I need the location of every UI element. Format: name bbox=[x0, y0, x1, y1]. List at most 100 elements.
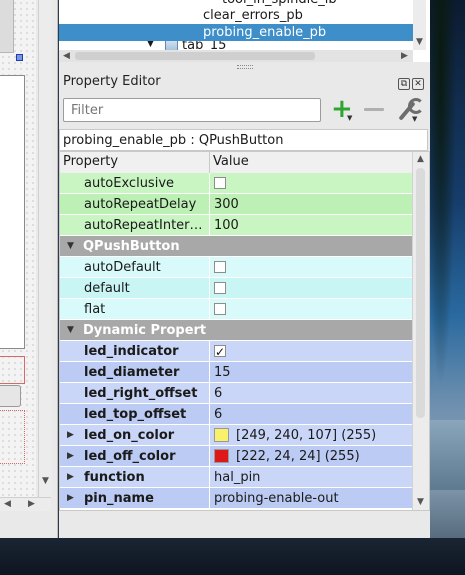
property-section-header[interactable]: ▼ Dynamic Properties bbox=[60, 320, 413, 341]
scroll-down-icon[interactable]: ▼ bbox=[40, 476, 51, 487]
property-grid: Property Value autoExclusive autoRepeatDe… bbox=[59, 151, 430, 511]
scroll-down-icon[interactable]: ▼ bbox=[415, 496, 426, 508]
grid-vertical-scrollbar[interactable]: ▲ ▼ bbox=[412, 152, 429, 510]
tab-widget-icon bbox=[165, 41, 178, 50]
property-name: flat bbox=[84, 302, 106, 317]
expand-arrow-icon[interactable]: ▶ bbox=[67, 488, 74, 509]
tree-item-label: clear_errors_pb bbox=[203, 8, 303, 23]
add-dynamic-property-button[interactable]: + ▼ bbox=[329, 96, 357, 122]
color-swatch[interactable] bbox=[214, 449, 229, 463]
form-canvas-area: ▼ ◀ ▶ bbox=[0, 0, 58, 538]
column-header-value[interactable]: Value bbox=[213, 154, 249, 169]
expand-arrow-icon[interactable]: ▶ bbox=[67, 425, 74, 446]
layout-frame[interactable] bbox=[0, 410, 25, 464]
property-row[interactable]: led_diameter 15 bbox=[60, 362, 413, 383]
tree-vertical-scrollbar[interactable]: ▼ bbox=[413, 0, 426, 50]
float-panel-icon[interactable]: ⧉ bbox=[398, 78, 410, 90]
object-inspector-tree: tool_in_spindle_lb clear_errors_pb probi… bbox=[59, 0, 430, 63]
section-label: Dynamic Properties bbox=[83, 323, 207, 338]
property-name: led_off_color bbox=[84, 449, 176, 464]
property-editor-panel: Property Editor ⧉✕ + ▼ ▼ probing_enable_… bbox=[59, 70, 430, 538]
scroll-up-icon[interactable]: ▲ bbox=[415, 153, 426, 165]
property-value[interactable]: 15 bbox=[214, 362, 231, 383]
dropdown-caret-icon: ▼ bbox=[347, 114, 353, 122]
property-value[interactable]: probing-enable-out bbox=[214, 488, 339, 509]
property-checkbox[interactable] bbox=[214, 342, 226, 363]
tree-item-label: probing_enable_pb bbox=[203, 25, 327, 40]
property-row[interactable]: flat bbox=[60, 299, 413, 320]
expand-arrow-icon[interactable]: ▼ bbox=[147, 41, 154, 50]
layout-frame[interactable] bbox=[0, 356, 25, 384]
collapse-arrow-icon[interactable]: ▼ bbox=[67, 320, 74, 341]
property-name: autoExclusive bbox=[84, 176, 175, 191]
form-widget[interactable] bbox=[0, 0, 14, 53]
scroll-right-icon[interactable]: ▶ bbox=[26, 499, 37, 510]
canvas-vertical-scrollbar[interactable]: ▼ bbox=[38, 0, 52, 497]
filter-input[interactable] bbox=[63, 98, 321, 122]
property-name: pin_name bbox=[84, 491, 154, 506]
property-row[interactable]: autoExclusive bbox=[60, 173, 413, 194]
property-checkbox[interactable] bbox=[214, 177, 226, 189]
tree-item[interactable]: ▼ tab_15 bbox=[59, 41, 413, 50]
close-icon[interactable]: ✕ bbox=[412, 78, 424, 90]
property-row[interactable]: default bbox=[60, 278, 413, 299]
scroll-left-icon[interactable]: ◀ bbox=[61, 50, 72, 62]
selection-handle[interactable] bbox=[16, 54, 23, 61]
expand-arrow-icon[interactable]: ▶ bbox=[67, 446, 74, 467]
tree-item[interactable]: clear_errors_pb bbox=[59, 7, 413, 24]
property-row[interactable]: ▶ pin_name probing-enable-out bbox=[60, 488, 413, 509]
property-checkbox[interactable] bbox=[214, 282, 226, 294]
property-name: led_indicator bbox=[84, 344, 179, 359]
property-name: autoRepeatInter… bbox=[84, 218, 203, 233]
configure-property-editor-button[interactable]: ▼ bbox=[393, 98, 424, 124]
property-value[interactable]: 300 bbox=[214, 194, 239, 215]
property-row[interactable]: ▶ led_on_color [249, 240, 107] (255) bbox=[60, 425, 413, 446]
property-row[interactable]: led_indicator bbox=[60, 341, 413, 363]
tree-item-selected[interactable]: probing_enable_pb bbox=[59, 24, 413, 41]
desktop-wallpaper bbox=[430, 0, 465, 575]
property-value[interactable]: [249, 240, 107] (255) bbox=[236, 425, 376, 446]
property-checkbox[interactable] bbox=[214, 261, 226, 273]
desktop-wallpaper-bottom bbox=[0, 538, 465, 575]
scroll-down-icon[interactable]: ▼ bbox=[414, 37, 425, 48]
form-button-widget[interactable] bbox=[0, 385, 21, 407]
scrollbar-thumb[interactable] bbox=[75, 52, 315, 60]
property-row[interactable]: autoRepeatInter… 100 bbox=[60, 215, 413, 236]
tree-item-label: tab_15 bbox=[182, 41, 227, 50]
dock-splitter[interactable] bbox=[59, 62, 430, 70]
property-name: function bbox=[84, 470, 145, 485]
property-checkbox[interactable] bbox=[214, 303, 226, 315]
color-swatch[interactable] bbox=[214, 428, 229, 442]
property-name: autoDefault bbox=[84, 260, 161, 275]
property-section-header[interactable]: ▼ QPushButton bbox=[60, 236, 413, 257]
property-row[interactable]: autoDefault bbox=[60, 257, 413, 278]
property-row[interactable]: led_right_offset 6 bbox=[60, 383, 413, 404]
form-canvas[interactable] bbox=[0, 0, 36, 497]
property-name: led_right_offset bbox=[84, 386, 198, 401]
property-value[interactable]: hal_pin bbox=[214, 467, 260, 488]
scroll-left-icon[interactable]: ◀ bbox=[2, 499, 13, 510]
collapse-arrow-icon[interactable]: ▼ bbox=[67, 236, 74, 257]
property-value[interactable]: 100 bbox=[214, 215, 239, 236]
scroll-right-icon[interactable]: ▶ bbox=[399, 50, 410, 62]
form-widget[interactable] bbox=[0, 75, 25, 349]
property-row[interactable]: ▶ function hal_pin bbox=[60, 467, 413, 488]
remove-dynamic-property-button[interactable] bbox=[364, 108, 384, 111]
property-row[interactable]: autoRepeatDelay 300 bbox=[60, 194, 413, 215]
canvas-horizontal-scrollbar[interactable]: ◀ ▶ bbox=[0, 497, 51, 511]
column-header-property[interactable]: Property bbox=[63, 154, 118, 169]
property-name: led_on_color bbox=[84, 428, 175, 443]
property-name: led_diameter bbox=[84, 365, 180, 380]
dropdown-caret-icon: ▼ bbox=[412, 115, 418, 123]
panel-title: Property Editor bbox=[63, 74, 161, 89]
property-row[interactable]: ▶ led_off_color [222, 24, 24] (255) bbox=[60, 446, 413, 467]
property-value[interactable]: 6 bbox=[214, 404, 222, 425]
property-row[interactable]: led_top_offset 6 bbox=[60, 404, 413, 425]
tree-horizontal-scrollbar[interactable]: ◀ ▶ bbox=[59, 50, 413, 62]
property-value[interactable]: [222, 24, 24] (255) bbox=[236, 446, 360, 467]
property-name: led_top_offset bbox=[84, 407, 187, 422]
property-value[interactable]: 6 bbox=[214, 383, 222, 404]
expand-arrow-icon[interactable]: ▶ bbox=[67, 467, 74, 488]
scrollbar-thumb[interactable] bbox=[416, 168, 425, 418]
property-name: default bbox=[84, 281, 130, 296]
